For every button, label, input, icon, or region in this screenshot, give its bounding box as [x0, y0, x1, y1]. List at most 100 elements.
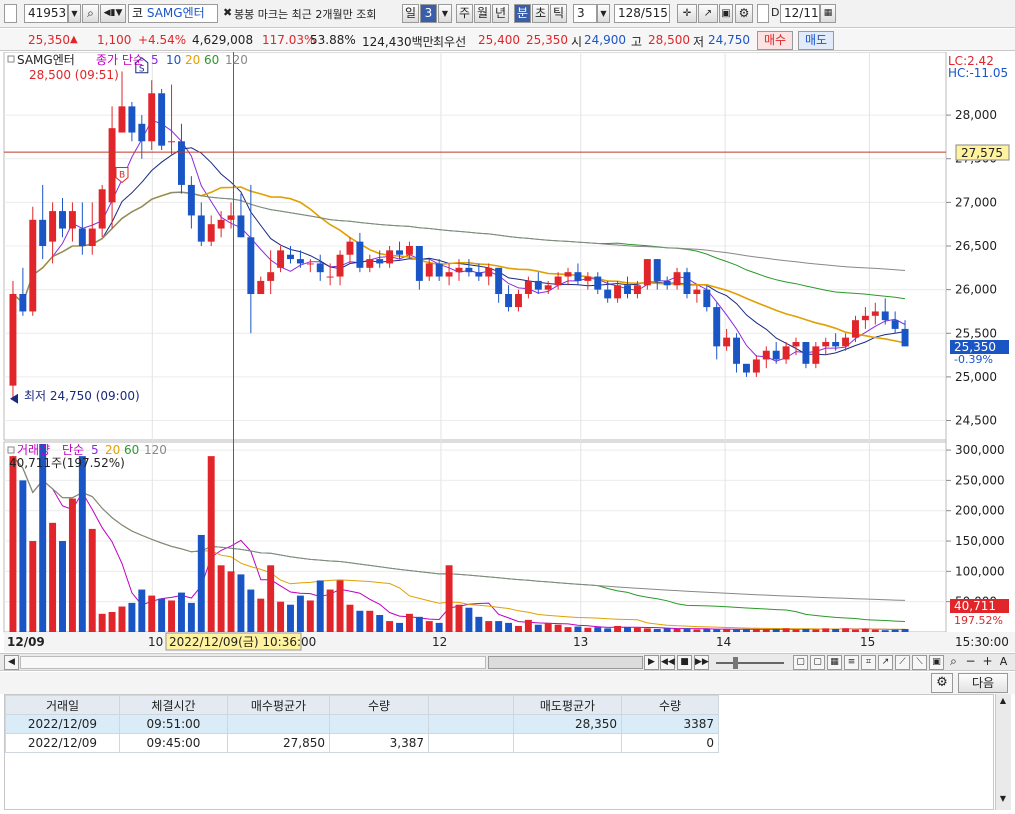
interval-dropdown-icon[interactable]: ▼	[597, 4, 610, 23]
tab-year[interactable]: 년	[492, 4, 509, 23]
zoom-slider[interactable]	[716, 662, 784, 664]
fast-forward-icon[interactable]: ▶▶	[694, 655, 709, 670]
scroll-thumb[interactable]	[488, 656, 643, 669]
volume-bar	[158, 598, 166, 632]
zoom-slider-handle[interactable]	[733, 657, 738, 669]
stock-code-input[interactable]: 419530	[24, 4, 68, 23]
crosshair-icon[interactable]: ✛	[677, 4, 697, 23]
tool-9-icon[interactable]: ▣	[929, 655, 944, 670]
volume-bar	[19, 480, 27, 632]
tool-1-icon[interactable]: ▢	[793, 655, 808, 670]
stop-icon[interactable]: ■	[677, 655, 692, 670]
candle-body	[98, 189, 106, 229]
candle-body	[554, 276, 562, 286]
candle-body	[386, 250, 394, 264]
candle-body	[713, 307, 721, 347]
calendar-icon[interactable]: ▦	[820, 4, 836, 23]
tool-4-icon[interactable]: ≡	[844, 655, 859, 670]
candle-body	[177, 141, 185, 185]
candle-body	[88, 228, 96, 246]
candle-body	[871, 311, 879, 316]
candle-body	[564, 272, 572, 277]
tool-6-icon[interactable]: ↗	[878, 655, 893, 670]
trend-icon[interactable]: ↗	[698, 4, 718, 23]
cell-exec-time: 09:51:00	[119, 714, 228, 734]
tool-5-icon[interactable]: ⌗	[861, 655, 876, 670]
tool-7-icon[interactable]: ⟋	[895, 655, 910, 670]
font-size-icon[interactable]: A	[996, 655, 1011, 670]
scroll-up-icon[interactable]: ▲	[997, 696, 1009, 708]
rewind-icon[interactable]: ◀◀	[660, 655, 675, 670]
table-row[interactable]: 2022/12/09 09:45:00 27,850 3,387 0	[5, 733, 719, 753]
header-buy-avg[interactable]: 매수평균가	[227, 695, 330, 715]
zoom-in-icon[interactable]: +	[980, 655, 995, 670]
low-label: 저	[693, 35, 705, 49]
header-buy-qty[interactable]: 수량	[329, 695, 429, 715]
tool-8-icon[interactable]: ⟍	[912, 655, 927, 670]
candle-body	[306, 263, 314, 265]
tab-minute[interactable]: 분	[514, 4, 531, 23]
cell-blank	[428, 714, 514, 734]
code-dropdown-icon[interactable]: ▼	[68, 4, 81, 23]
volume-bar	[624, 627, 631, 632]
stock-name-field[interactable]: 코 SAMG엔터	[128, 4, 218, 23]
sell-button[interactable]: 매도	[798, 31, 834, 50]
price-axis-label: 26,500	[955, 239, 997, 253]
candle-body	[138, 123, 146, 142]
chart-type-icon[interactable]	[4, 4, 17, 23]
next-button[interactable]: 다음	[958, 673, 1008, 693]
volume-bar	[752, 629, 760, 632]
high-label: 고	[631, 35, 643, 49]
tab-tick[interactable]: 틱	[550, 4, 567, 23]
grid-settings-gear-icon[interactable]: ⚙	[931, 673, 953, 693]
scroll-left-icon[interactable]: ◀	[4, 655, 19, 670]
header-trade-date[interactable]: 거래일	[5, 695, 120, 715]
tab-day[interactable]: 일	[402, 4, 419, 23]
candle-body	[415, 246, 423, 281]
volume-bar	[515, 625, 522, 632]
scroll-down-icon[interactable]: ▼	[997, 794, 1009, 806]
header-sell-avg[interactable]: 매도평균가	[513, 695, 622, 715]
data-count-field[interactable]: 128/515	[614, 4, 670, 23]
volume-bar	[9, 456, 17, 632]
speaker-icon[interactable]: ◀▮▼	[100, 4, 126, 23]
volume-bar	[693, 629, 701, 632]
candle-body	[465, 267, 473, 273]
interval-field[interactable]: 3	[573, 4, 597, 23]
zoom-search-icon[interactable]: ⌕	[946, 655, 961, 670]
day-count-dropdown-icon[interactable]: ▼	[438, 4, 452, 23]
candle-body	[534, 280, 542, 290]
candle-body	[247, 237, 255, 294]
header-sell-qty[interactable]: 수량	[621, 695, 719, 715]
volume-bar	[336, 580, 344, 632]
candle-body	[277, 250, 285, 268]
candle-body	[782, 346, 790, 360]
buy-button[interactable]: 매수	[757, 31, 793, 50]
chart-area[interactable]: 28,00027,50027,00026,50026,00025,50025,0…	[0, 52, 1015, 652]
tab-month[interactable]: 월	[474, 4, 491, 23]
day-count-field[interactable]: 3	[420, 4, 437, 23]
save-icon[interactable]: ▣	[719, 4, 733, 23]
header-exec-time[interactable]: 체결시간	[119, 695, 228, 715]
search-icon[interactable]: ⌕	[82, 4, 99, 23]
volume-bar	[296, 595, 304, 632]
volume-bar	[842, 628, 850, 632]
tab-week[interactable]: 주	[456, 4, 473, 23]
d-label: D	[771, 6, 780, 19]
candle-body	[683, 272, 691, 294]
cell-trade-date: 2022/12/09	[5, 733, 120, 753]
candle-body	[396, 250, 403, 255]
volume-bar	[386, 621, 394, 632]
table-row[interactable]: 2022/12/09 09:51:00 28,350 3387	[5, 714, 719, 734]
tool-3-icon[interactable]: ▦	[827, 655, 842, 670]
scroll-right-icon[interactable]: ▶	[644, 655, 659, 670]
zoom-out-icon[interactable]: −	[963, 655, 978, 670]
date-field[interactable]: 12/11	[780, 4, 820, 23]
tab-second[interactable]: 초	[532, 4, 549, 23]
gear-icon[interactable]: ⚙	[735, 4, 753, 23]
tool-2-icon[interactable]: ▢	[810, 655, 825, 670]
scroll-track[interactable]	[20, 656, 486, 669]
table-vertical-scrollbar[interactable]: ▲ ▼	[995, 694, 1011, 810]
d-checkbox[interactable]	[757, 4, 769, 23]
best-bid: 25,350	[526, 33, 568, 47]
